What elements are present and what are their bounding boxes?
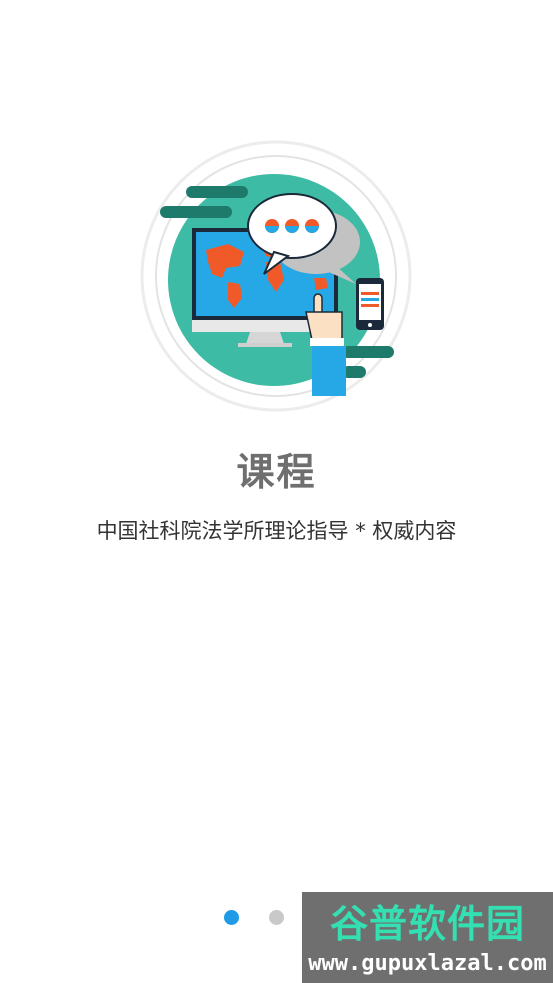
page-indicator [224,910,284,926]
watermark-title: 谷普软件园 [329,902,525,946]
onboarding-screen[interactable]: 课程 中国社科院法学所理论指导 * 权威内容 谷普软件园 www.gupuxla… [0,0,553,983]
page-dot-1-active[interactable] [224,910,239,925]
page-dot-2[interactable] [269,910,284,925]
speed-stroke-2 [160,206,232,218]
watermark-overlay: 谷普软件园 www.gupuxlazal.com [302,892,553,983]
phone-icon [356,278,384,330]
monitor-world-map-chat-phone-illustration [140,140,412,412]
watermark-url: www.gupuxlazal.com [308,951,547,976]
page-title: 课程 [236,450,317,494]
speed-stroke-1 [186,186,248,198]
page-subtitle: 中国社科院法学所理论指导 * 权威内容 [96,519,457,543]
speed-stroke-3 [342,346,394,358]
